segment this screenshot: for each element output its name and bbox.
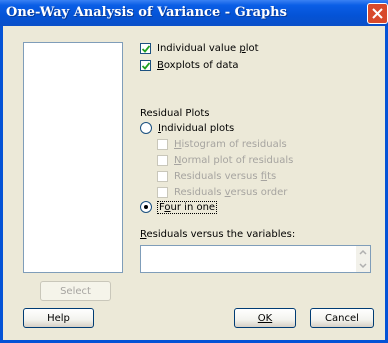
residuals-versus-order-checkbox[interactable]: Residuals versus order — [157, 187, 287, 198]
radio-circle[interactable] — [140, 122, 152, 134]
individual-plots-label: Individual plots — [158, 122, 235, 134]
checkbox-box[interactable] — [140, 60, 151, 71]
window-title: One-Way Analysis of Variance - Graphs — [6, 5, 287, 20]
window-frame-left — [0, 26, 3, 343]
chevron-up-icon[interactable] — [356, 246, 370, 259]
four-in-one-label: Four in one — [156, 200, 218, 214]
title-bar[interactable]: One-Way Analysis of Variance - Graphs — [0, 0, 388, 26]
close-x-icon — [372, 8, 383, 19]
four-in-one-radio[interactable]: Four in one — [140, 200, 218, 214]
individual-plots-radio[interactable]: Individual plots — [140, 122, 234, 134]
residuals-versus-order-label: Residuals versus order — [174, 187, 288, 198]
close-button[interactable] — [367, 3, 388, 24]
variables-listbox[interactable] — [23, 42, 123, 273]
residuals-versus-variables-input[interactable] — [140, 245, 371, 273]
normal-plot-of-residuals-checkbox[interactable]: Normal plot of residuals — [157, 155, 293, 166]
histogram-of-residuals-checkbox[interactable]: Histogram of residuals — [157, 139, 287, 150]
checkmark-icon — [142, 45, 150, 53]
radio-circle[interactable] — [140, 201, 152, 213]
select-button[interactable]: Select — [40, 281, 111, 301]
histogram-of-residuals-label: Histogram of residuals — [174, 139, 287, 150]
checkbox-box[interactable] — [140, 43, 151, 54]
ok-button[interactable]: OK — [234, 308, 296, 328]
vertical-scrollbar[interactable] — [356, 246, 370, 272]
residual-plots-heading: Residual Plots — [140, 108, 210, 119]
individual-value-plot-checkbox[interactable]: Individual value plot — [140, 43, 259, 54]
radio-selected-dot — [144, 205, 148, 209]
help-button[interactable]: Help — [23, 308, 94, 328]
boxplots-checkbox[interactable]: Boxplots of data — [140, 60, 239, 71]
checkbox-box[interactable] — [157, 155, 168, 166]
checkbox-box[interactable] — [157, 139, 168, 150]
ok-button-label: OK — [257, 312, 273, 324]
checkbox-box[interactable] — [157, 187, 168, 198]
checkbox-box[interactable] — [157, 171, 168, 182]
residuals-versus-fits-checkbox[interactable]: Residuals versus fits — [157, 171, 276, 182]
residuals-versus-variables-label: Residuals versus the variables: — [140, 229, 296, 240]
individual-value-plot-label: Individual value plot — [157, 43, 259, 54]
checkmark-icon — [142, 62, 150, 70]
residuals-versus-fits-label: Residuals versus fits — [174, 171, 277, 182]
boxplots-label: Boxplots of data — [157, 60, 239, 71]
normal-plot-of-residuals-label: Normal plot of residuals — [174, 155, 294, 166]
cancel-button[interactable]: Cancel — [310, 308, 374, 328]
chevron-down-icon[interactable] — [356, 259, 370, 272]
